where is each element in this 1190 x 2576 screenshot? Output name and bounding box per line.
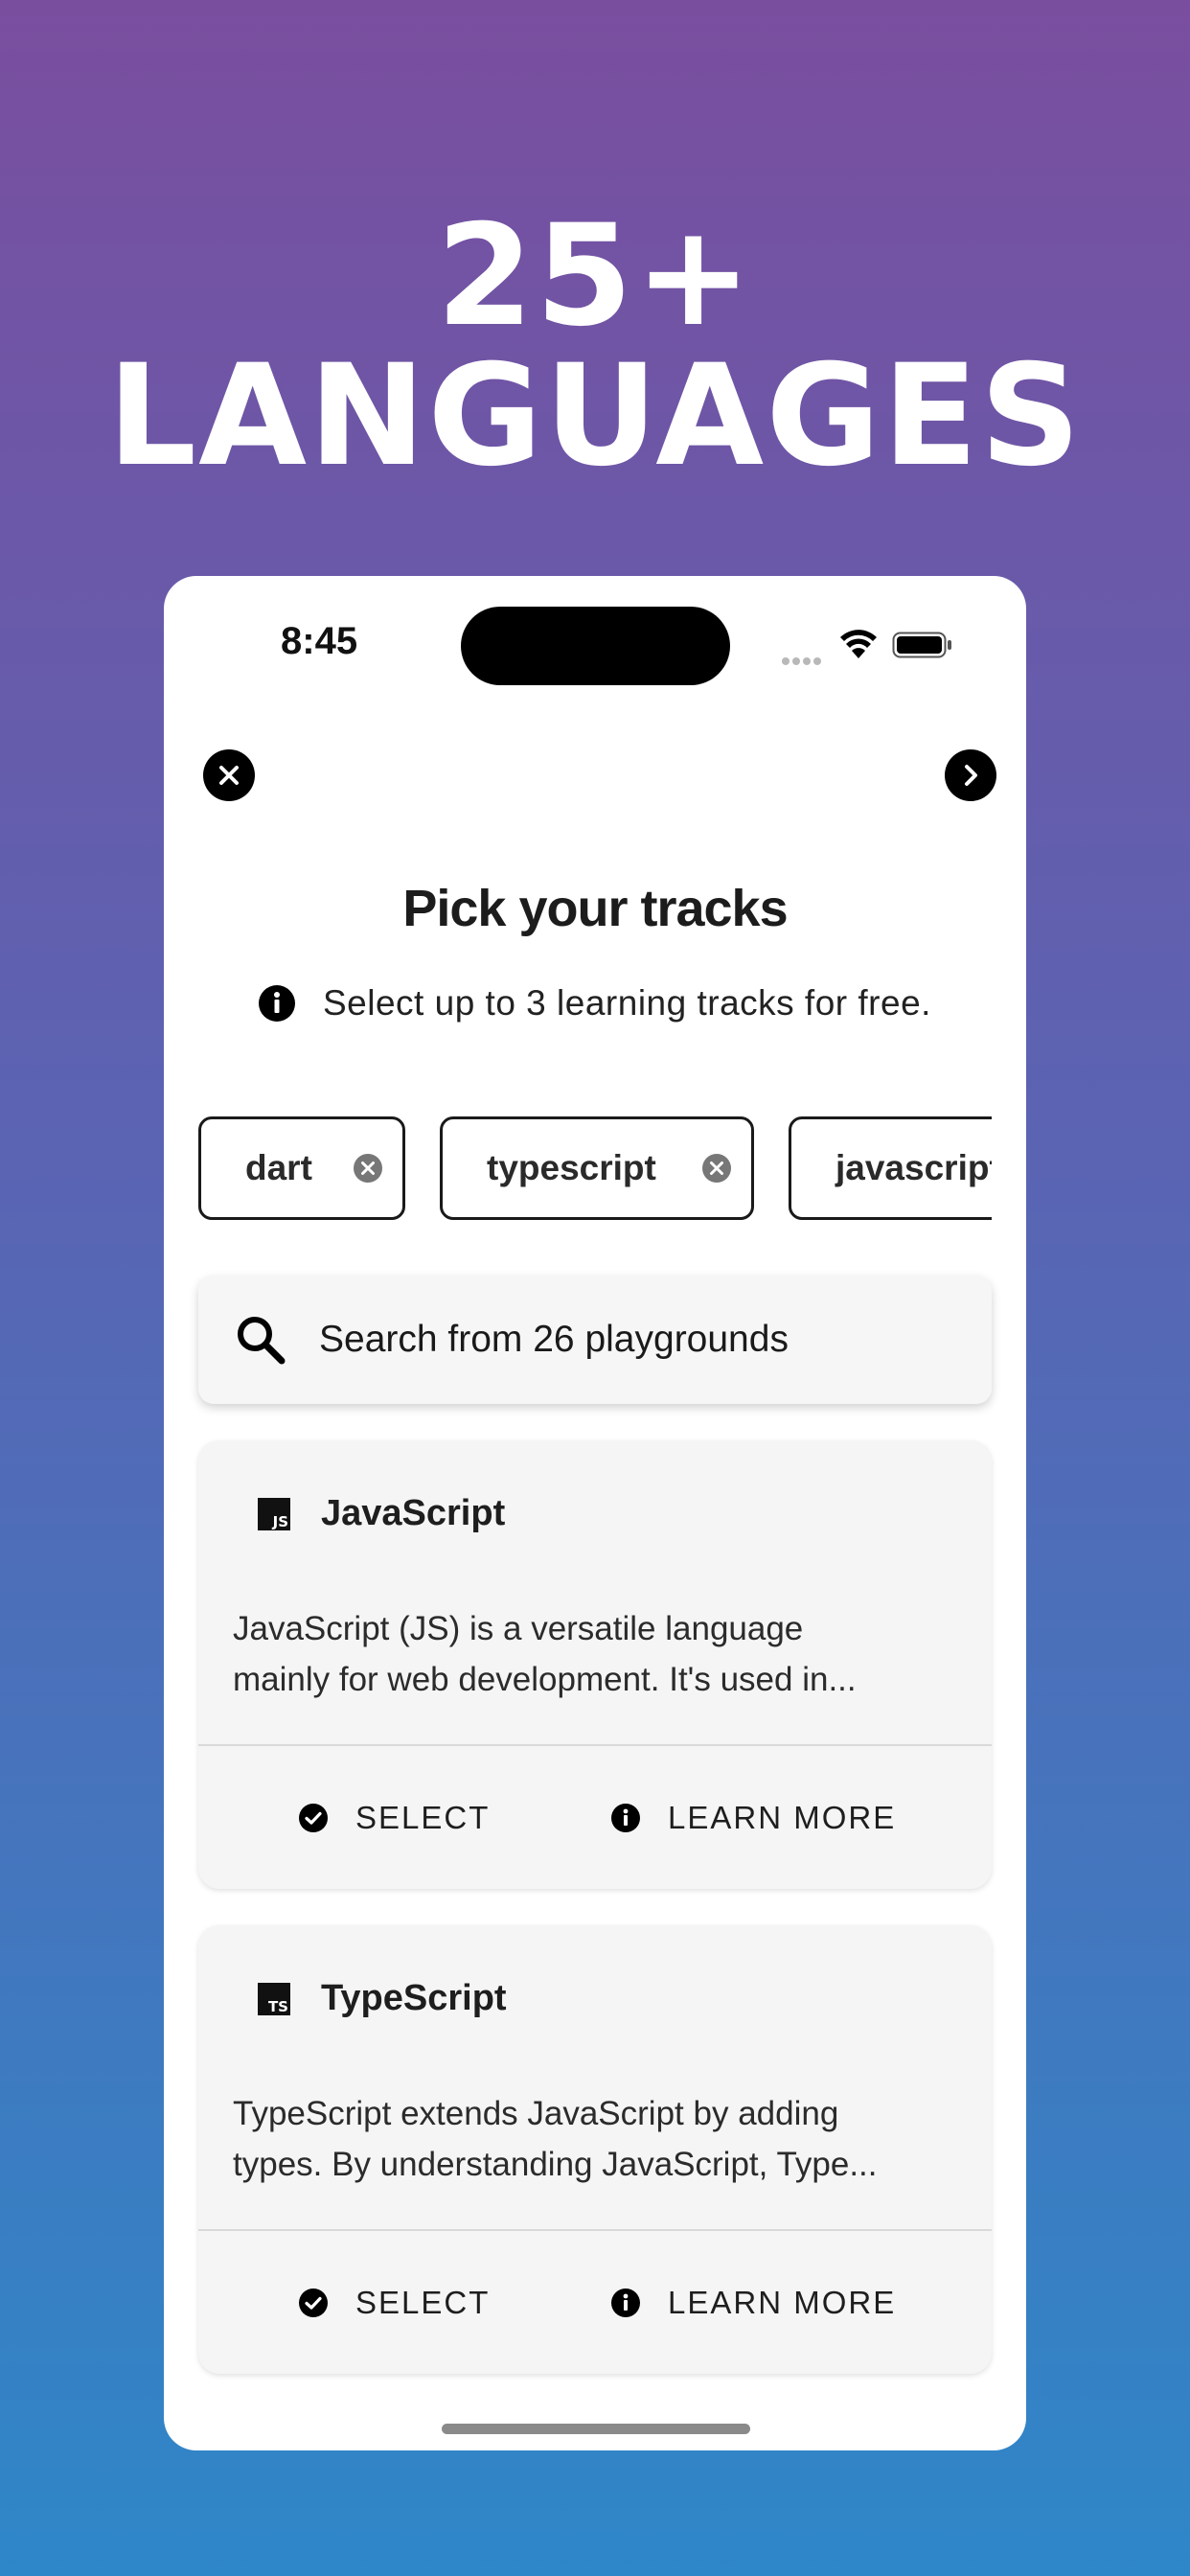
info-icon <box>259 985 295 1022</box>
chip-label: dart <box>245 1148 312 1187</box>
select-label: SELECT <box>355 2284 491 2320</box>
selected-tracks: dart typescript javascript <box>198 1116 992 1226</box>
remove-chip-icon[interactable] <box>353 1153 383 1184</box>
dynamic-island <box>461 607 730 685</box>
learn-more-label: LEARN MORE <box>668 1799 897 1835</box>
info-icon <box>611 2288 640 2317</box>
track-chip-dart[interactable]: dart <box>198 1116 405 1220</box>
chip-label: javascript <box>835 1148 992 1187</box>
card-description: JavaScript (JS) is a versatile language … <box>233 1603 961 1705</box>
select-button[interactable]: SELECT <box>298 2231 490 2374</box>
search-input[interactable]: Search from 26 playgrounds <box>198 1276 992 1404</box>
card-header: JS JavaScript <box>258 1493 505 1534</box>
status-time: 8:45 <box>281 620 358 662</box>
description-line: JavaScript (JS) is a versatile language <box>233 1610 804 1647</box>
battery-icon <box>892 632 951 658</box>
track-chip-typescript[interactable]: typescript <box>440 1116 754 1220</box>
info-icon <box>611 1803 640 1832</box>
description-line: types. By understanding JavaScript, Type… <box>233 2146 878 2183</box>
card-actions: SELECT LEARN MORE <box>198 2231 992 2374</box>
chevron-right-icon <box>965 765 977 786</box>
card-title: TypeScript <box>321 1978 507 2018</box>
search-icon <box>238 1317 286 1365</box>
learn-more-button[interactable]: LEARN MORE <box>610 2231 896 2374</box>
phone-screen: 8:45 Pick your tracks Select up to 3 lea… <box>164 576 1026 2450</box>
badge-text: TS <box>267 1997 288 2015</box>
search-placeholder: Search from 26 playgrounds <box>319 1319 789 1360</box>
info-text: Select up to 3 learning tracks for free. <box>323 983 931 1023</box>
learn-more-button[interactable]: LEARN MORE <box>610 1746 896 1889</box>
card-title: JavaScript <box>321 1493 506 1533</box>
card-actions: SELECT LEARN MORE <box>198 1746 992 1889</box>
card-header: TS TypeScript <box>258 1978 507 2019</box>
typescript-logo-icon: TS <box>258 1982 290 2015</box>
check-circle-icon <box>299 1803 328 1832</box>
track-card-javascript: JS JavaScript JavaScript (JS) is a versa… <box>198 1440 992 1889</box>
chip-label: typescript <box>487 1148 656 1187</box>
card-description: TypeScript extends JavaScript by adding … <box>233 2088 961 2190</box>
select-label: SELECT <box>355 1799 491 1835</box>
close-icon <box>219 766 239 785</box>
javascript-logo-icon: JS <box>258 1497 290 1530</box>
home-indicator[interactable] <box>442 2424 750 2434</box>
description-line: TypeScript extends JavaScript by adding <box>233 2095 839 2132</box>
badge-text: JS <box>272 1512 288 1530</box>
track-chip-javascript[interactable]: javascript <box>789 1116 992 1220</box>
wifi-icon <box>840 630 877 658</box>
free-tracks-info: Select up to 3 learning tracks for free. <box>258 982 931 1024</box>
select-button[interactable]: SELECT <box>298 1746 490 1889</box>
check-circle-icon <box>299 2288 328 2317</box>
learn-more-label: LEARN MORE <box>668 2284 897 2320</box>
track-card-typescript: TS TypeScript TypeScript extends JavaScr… <box>198 1925 992 2374</box>
cellular-signal-icon <box>782 653 830 665</box>
close-button[interactable] <box>203 749 255 801</box>
description-line: mainly for web development. It's used in… <box>233 1661 857 1698</box>
remove-chip-icon[interactable] <box>701 1153 732 1184</box>
page-title: Pick your tracks <box>402 880 788 937</box>
headline: 25+ LANGUAGES <box>107 195 1083 497</box>
next-button[interactable] <box>945 749 996 801</box>
